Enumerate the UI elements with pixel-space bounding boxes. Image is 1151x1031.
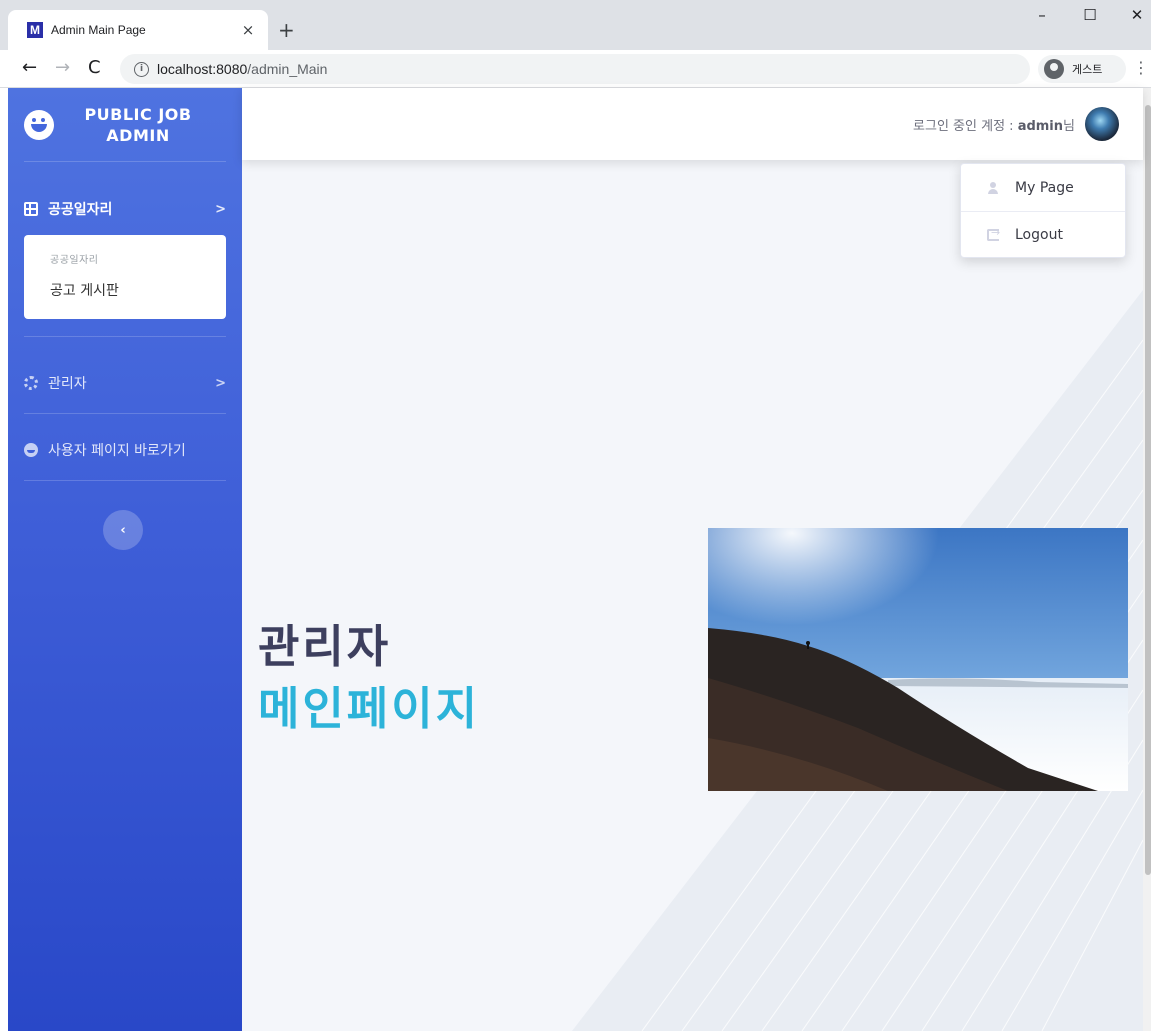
smile-icon [24,443,38,457]
sidebar-item-label: 공공일자리 [48,202,113,218]
url-text: localhost:8080/admin_Main [157,61,327,77]
user-dropdown-menu: My Page Logout [960,163,1126,258]
dropdown-item-my-page[interactable]: My Page [961,164,1125,211]
topbar: 로그인 중인 계정 : admin님 [242,88,1143,160]
name-suffix: 님 [1063,118,1075,134]
submenu-item-job-board[interactable]: 공고 게시판 [50,280,226,300]
browser-tab-strip: M Admin Main Page × + – ☐ ✕ [0,0,1151,50]
scrollbar-thumb[interactable] [1145,105,1151,875]
favicon-icon: M [27,22,43,38]
logout-icon [987,226,1000,241]
minimize-button[interactable]: – [1022,6,1062,24]
reload-icon[interactable]: C [88,57,101,79]
submenu-header: 공공일자리 [50,255,99,266]
sidebar-item-public-jobs[interactable]: 공공일자리 > [24,183,226,235]
gear-icon [24,376,38,390]
back-arrow-icon[interactable]: ← [22,57,37,79]
chevron-right-icon: > [215,375,226,391]
address-bar: ← → C i localhost:8080/admin_Main 게스트 ⋮ [0,50,1151,88]
hero-photo [708,528,1128,791]
username: admin [1017,118,1064,134]
profile-button[interactable]: 게스트 [1038,55,1126,83]
sidebar-item-admin[interactable]: 관리자 > [24,357,226,409]
dropdown-item-label: My Page [1015,179,1074,196]
browser-tab[interactable]: M Admin Main Page × [8,10,268,50]
sidebar-item-label: 사용자 페이지 바로가기 [48,443,186,459]
new-tab-button[interactable]: + [278,20,295,40]
profile-label: 게스트 [1072,63,1103,76]
brand-line-1: PUBLIC JOB [84,104,192,124]
url-field[interactable]: i localhost:8080/admin_Main [120,54,1030,84]
brand-line-2: ADMIN [106,125,170,145]
login-prefix: 로그인 중인 계정 : [913,118,1018,134]
url-path: /admin_Main [247,61,328,77]
sidebar-toggle-button[interactable]: ‹ [103,510,143,550]
sidebar-divider [24,413,226,414]
close-window-button[interactable]: ✕ [1117,6,1151,24]
public-jobs-submenu: 공공일자리 공고 게시판 [24,235,226,319]
page-title-line-2: 메인페이지 [258,682,481,735]
sidebar-brand[interactable]: PUBLIC JOB ADMIN [24,88,226,162]
tab-close-icon[interactable]: × [238,21,258,39]
sidebar-item-user-page[interactable]: 사용자 페이지 바로가기 [24,424,226,476]
sidebar-divider [24,480,226,481]
tab-title: Admin Main Page [51,23,146,37]
smile-logo-icon [24,109,54,140]
sidebar-item-label: 관리자 [48,376,87,392]
main-content: 관리자 메인페이지 [242,160,1143,1031]
page-title-line-1: 관리자 [258,620,392,673]
maximize-button[interactable]: ☐ [1070,6,1110,24]
browser-menu-icon[interactable]: ⋮ [1133,58,1149,77]
avatar[interactable] [1085,107,1119,141]
table-icon [24,202,38,216]
brand-title: PUBLIC JOB ADMIN [54,104,226,146]
user-icon [987,181,999,194]
forward-arrow-icon[interactable]: → [55,57,70,79]
profile-icon [1044,59,1064,79]
chevron-right-icon: > [215,201,226,217]
dropdown-item-label: Logout [1015,227,1063,243]
dropdown-item-logout[interactable]: Logout [961,211,1125,258]
sidebar-divider [24,336,226,337]
sidebar: PUBLIC JOB ADMIN 공공일자리 > 공공일자리 공고 게시판 관리… [8,88,242,1031]
url-host: localhost:8080 [157,61,248,77]
user-account-label[interactable]: 로그인 중인 계정 : admin님 [913,115,1075,134]
site-info-icon[interactable]: i [134,61,149,77]
